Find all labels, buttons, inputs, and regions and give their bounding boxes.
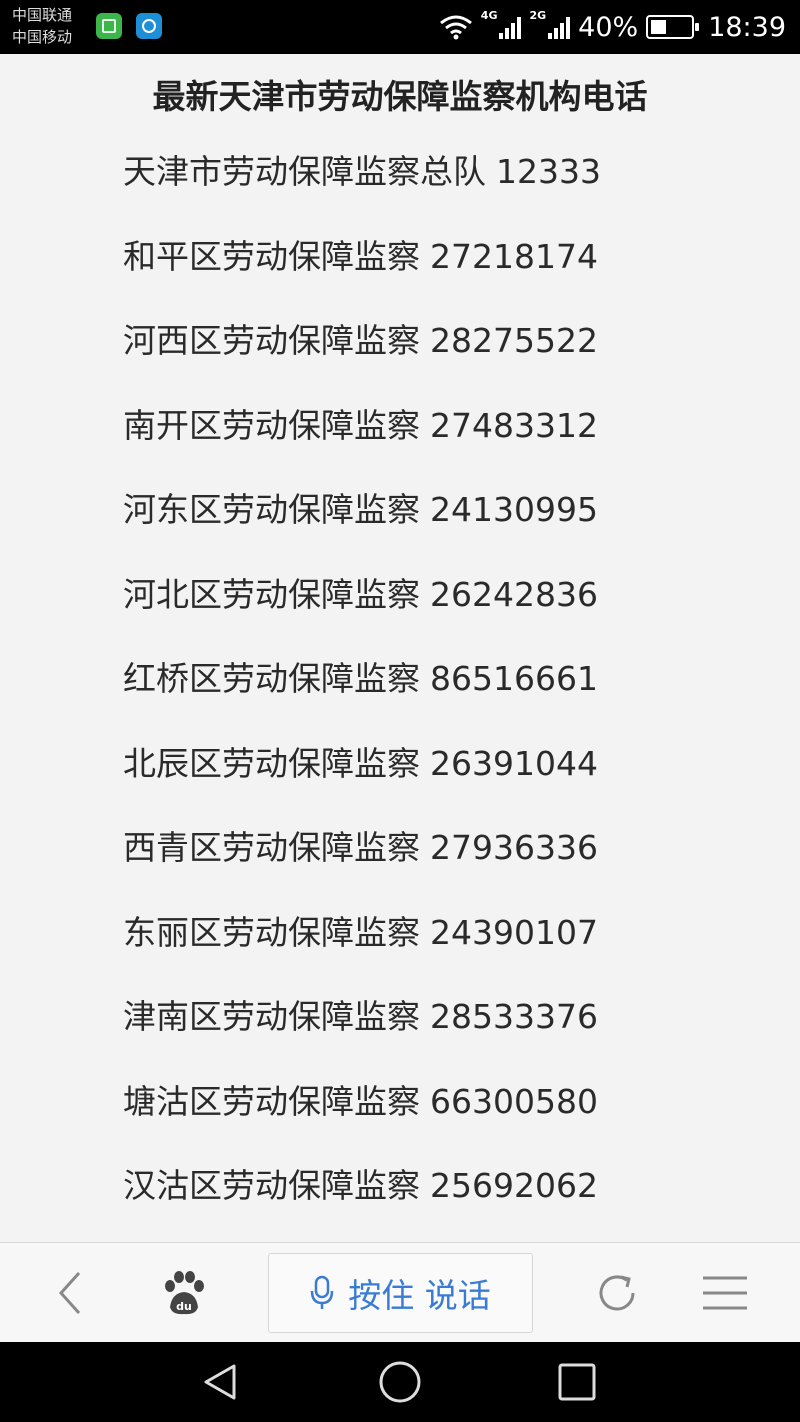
- app-blue-icon: [136, 13, 162, 39]
- list-item: 东丽区劳动保障监察 24390107: [123, 911, 601, 996]
- nav-back-button[interactable]: [180, 1342, 260, 1422]
- system-nav-bar: [0, 1342, 800, 1422]
- back-button[interactable]: [40, 1243, 100, 1343]
- contact-name: 塘沽区劳动保障监察: [123, 1081, 420, 1121]
- menu-button[interactable]: [697, 1243, 753, 1343]
- contact-phone: 27483312: [430, 405, 598, 445]
- contact-name: 津南区劳动保障监察: [123, 997, 420, 1036]
- battery-icon: [646, 15, 700, 39]
- status-indicators: 4G 2G 40% 18:39: [439, 0, 786, 54]
- nav-recent-icon: [558, 1363, 596, 1401]
- list-item: 南开区劳动保障监察 27483312: [123, 404, 601, 489]
- voice-button-label: 按住 说话: [348, 1276, 491, 1315]
- status-bar: 中国联通 中国移动 4G 2G 40% 18:39: [0, 0, 800, 54]
- nav-home-button[interactable]: [360, 1342, 440, 1422]
- signal-icon: [499, 15, 522, 39]
- nav-home-icon: [379, 1361, 421, 1403]
- baidu-button[interactable]: du: [152, 1243, 216, 1343]
- contact-phone: 26391044: [430, 743, 598, 783]
- browser-toolbar: du 按住 说话: [0, 1242, 800, 1342]
- contact-phone: 27218174: [430, 236, 598, 276]
- page-content: 最新天津市劳动保障监察机构电话 天津市劳动保障监察总队 12333 和平区劳动保障监…: [0, 54, 800, 1242]
- svg-text:du: du: [176, 1300, 192, 1313]
- list-item: 汉沽区劳动保障监察 25692062: [123, 1164, 601, 1249]
- contact-phone: 27936336: [430, 828, 598, 867]
- contact-list: 天津市劳动保障监察总队 12333 和平区劳动保障监察 27218174 河西区劳动保障…: [123, 150, 601, 1249]
- back-icon: [58, 1271, 81, 1315]
- list-item: 河东区劳动保障监察 24130995: [123, 488, 601, 573]
- microphone-icon: [311, 1275, 334, 1309]
- battery-percent: 40%: [578, 11, 639, 43]
- contact-phone: 86516661: [430, 659, 598, 698]
- list-item: 天津市劳动保障监察总队 12333: [123, 150, 601, 235]
- network-label-1: 4G: [480, 8, 498, 22]
- contact-phone: 24130995: [430, 490, 598, 529]
- list-item: 和平区劳动保障监察 27218174: [123, 235, 601, 320]
- nav-back-icon: [204, 1364, 236, 1400]
- contact-name: 河东区劳动保障监察: [123, 490, 420, 529]
- contact-name: 红桥区劳动保障监察: [123, 659, 420, 698]
- refresh-button[interactable]: [585, 1243, 649, 1343]
- contact-phone: 12333: [496, 152, 601, 191]
- carrier-2: 中国移动: [12, 28, 73, 46]
- contact-phone: 26242836: [430, 574, 598, 614]
- contact-name: 东丽区劳动保障监察: [123, 912, 420, 952]
- contact-name: 河西区劳动保障监察: [123, 321, 420, 360]
- contact-phone: 28275522: [430, 321, 598, 360]
- list-item: 河西区劳动保障监察 28275522: [123, 319, 601, 404]
- page-title: 最新天津市劳动保障监察机构电话: [152, 77, 648, 116]
- list-item: 河北区劳动保障监察 26242836: [123, 573, 601, 658]
- wifi-icon: [439, 15, 472, 40]
- list-item: 西青区劳动保障监察 27936336: [123, 826, 601, 911]
- carrier-info: 中国联通 中国移动: [12, 4, 72, 48]
- contact-name: 汉沽区劳动保障监察: [123, 1166, 420, 1205]
- contact-name: 西青区劳动保障监察: [123, 828, 420, 867]
- signal-icon: [548, 15, 571, 39]
- contact-name: 河北区劳动保障监察: [123, 574, 420, 614]
- list-item: 北辰区劳动保障监察 26391044: [123, 742, 601, 827]
- refresh-icon: [599, 1275, 635, 1311]
- contact-phone: 66300580: [430, 1081, 598, 1121]
- contact-name: 天津市劳动保障监察总队: [123, 152, 486, 191]
- clock: 18:39: [708, 11, 786, 43]
- list-item: 津南区劳动保障监察 28533376: [123, 995, 601, 1080]
- contact-name: 北辰区劳动保障监察: [123, 743, 420, 783]
- nav-recent-button[interactable]: [537, 1342, 617, 1422]
- list-item: 红桥区劳动保障监察 86516661: [123, 657, 601, 742]
- list-item: 塘沽区劳动保障监察 66300580: [123, 1080, 601, 1165]
- contact-name: 和平区劳动保障监察: [123, 236, 420, 276]
- app-green-icon: [96, 13, 122, 39]
- network-label-2: 2G: [529, 8, 547, 22]
- contact-phone: 24390107: [430, 912, 598, 952]
- contact-phone: 25692062: [430, 1166, 598, 1205]
- baidu-paw-icon: du: [165, 1271, 204, 1315]
- menu-icon: [703, 1276, 747, 1310]
- voice-input-button[interactable]: 按住 说话: [268, 1253, 533, 1333]
- contact-name: 南开区劳动保障监察: [123, 405, 420, 445]
- contact-phone: 28533376: [430, 997, 598, 1036]
- carrier-1: 中国联通: [12, 6, 73, 24]
